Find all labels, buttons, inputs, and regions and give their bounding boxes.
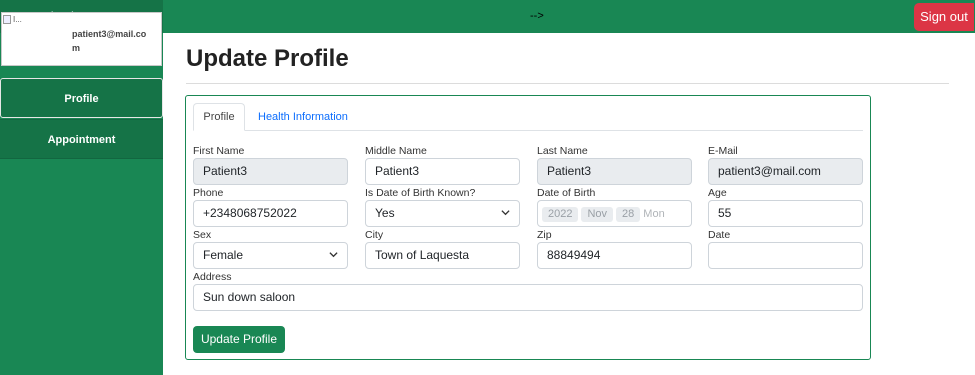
phone-field[interactable]: +2348068752022 — [193, 200, 348, 227]
chevron-down-icon — [329, 252, 338, 258]
avatar-alt-text: I... — [13, 15, 22, 24]
chevron-down-icon — [501, 210, 510, 216]
middle-name-field[interactable]: Patient3 — [365, 158, 520, 185]
update-profile-button[interactable]: Update Profile — [193, 326, 285, 353]
email-label: E-Mail — [708, 145, 738, 157]
city-label: City — [365, 229, 384, 241]
arrow-text: --> — [530, 10, 544, 22]
last-name-field[interactable]: Patient3 — [537, 158, 692, 185]
page-title: Update Profile — [186, 45, 349, 72]
address-field[interactable]: Sun down saloon — [193, 284, 863, 311]
age-label: Age — [708, 187, 727, 199]
tab-profile[interactable]: Profile — [193, 103, 245, 131]
dob-month: Nov — [581, 207, 614, 222]
tab-health-information[interactable]: Health Information — [258, 111, 348, 123]
city-field[interactable]: Town of Laquesta — [365, 242, 520, 269]
dob-field[interactable]: 2022 Nov 28 Mon — [537, 200, 692, 227]
tabs-divider — [193, 130, 863, 131]
first-name-field[interactable]: Patient3 — [193, 158, 348, 185]
dob-year: 2022 — [542, 207, 579, 222]
email-field[interactable]: patient3@mail.com — [708, 158, 863, 185]
title-divider — [186, 83, 949, 84]
sex-value: Female — [203, 248, 244, 262]
address-label: Address — [193, 271, 232, 283]
sex-select[interactable]: Female — [193, 242, 348, 269]
avatar: I... — [3, 14, 69, 64]
middle-name-label: Middle Name — [365, 145, 427, 157]
date-field[interactable] — [708, 242, 863, 269]
sidebar-user-email: patient3@mail.com — [72, 29, 147, 53]
last-name-label: Last Name — [537, 145, 588, 157]
dob-known-select[interactable]: Yes — [365, 200, 520, 227]
age-field[interactable]: 55 — [708, 200, 863, 227]
profile-form-panel — [185, 95, 871, 360]
sex-label: Sex — [193, 229, 212, 241]
phone-label: Phone — [193, 187, 224, 199]
dob-day: 28 — [616, 207, 641, 222]
first-name-label: First Name — [193, 145, 245, 157]
sign-out-button[interactable]: Sign out — [914, 3, 974, 31]
dob-weekday: Mon — [643, 208, 665, 220]
dob-known-label: Is Date of Birth Known? — [365, 187, 476, 199]
dob-label: Date of Birth — [537, 187, 596, 199]
sidebar-item-appointment[interactable]: Appointment — [0, 119, 163, 159]
dob-known-value: Yes — [375, 206, 395, 220]
date-label: Date — [708, 229, 731, 241]
zip-label: Zip — [537, 229, 552, 241]
profile-card: I... patient3@mail.com — [1, 12, 162, 66]
zip-field[interactable]: 88849494 — [537, 242, 692, 269]
sidebar-item-profile[interactable]: Profile — [0, 78, 163, 118]
broken-image-icon — [3, 15, 11, 24]
